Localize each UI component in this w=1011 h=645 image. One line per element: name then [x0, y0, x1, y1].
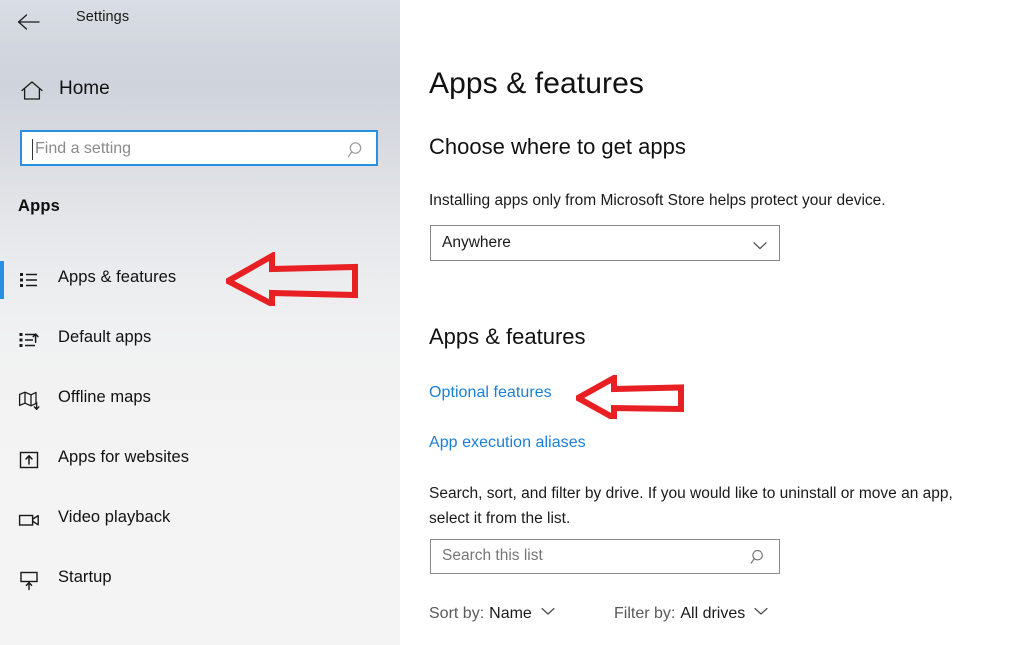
- text-caret: [32, 139, 33, 160]
- apps-and-features-section-heading: Apps & features: [429, 324, 586, 350]
- sort-by-label: Sort by:: [429, 605, 484, 623]
- search-input[interactable]: [35, 140, 335, 158]
- list-bullets-icon: [18, 269, 40, 291]
- chevron-down-icon: [541, 603, 555, 612]
- filter-by-dropdown[interactable]: Filter by: All drives: [614, 605, 768, 623]
- sidebar-item-offline-maps[interactable]: Offline maps: [0, 378, 400, 422]
- sidebar-item-label: Apps for websites: [58, 448, 189, 467]
- box-up-arrow-icon: [18, 449, 40, 471]
- back-arrow-icon[interactable]: [15, 8, 43, 36]
- search-this-list-box[interactable]: [430, 539, 780, 574]
- search-icon[interactable]: [347, 140, 367, 160]
- chevron-down-icon: [754, 603, 768, 612]
- sidebar-item-apps-for-websites[interactable]: Apps for websites: [0, 438, 400, 482]
- sort-by-dropdown[interactable]: Sort by: Name: [429, 605, 555, 623]
- monitor-up-arrow-icon: [18, 569, 40, 591]
- filter-by-label: Filter by:: [614, 605, 675, 623]
- choose-where-to-get-apps-heading: Choose where to get apps: [429, 134, 686, 160]
- sort-by-value: Name: [489, 605, 532, 623]
- sidebar: Settings Home Apps: [0, 0, 400, 645]
- search-icon[interactable]: [750, 548, 768, 566]
- sidebar-item-label: Video playback: [58, 508, 170, 527]
- list-description: Search, sort, and filter by drive. If yo…: [429, 481, 995, 531]
- sidebar-item-home-label: Home: [59, 78, 110, 100]
- find-a-setting-search-box[interactable]: [20, 130, 378, 166]
- list-search-input[interactable]: [442, 547, 732, 565]
- app-source-dropdown-value: Anywhere: [442, 234, 511, 252]
- video-camera-icon: [18, 509, 40, 531]
- main-content: Apps & features Choose where to get apps…: [400, 0, 1011, 645]
- sidebar-item-label: Offline maps: [58, 388, 151, 407]
- sidebar-item-label: Startup: [58, 568, 112, 587]
- sidebar-group-header: Apps: [18, 197, 60, 216]
- sidebar-item-label: Apps & features: [58, 268, 176, 287]
- sidebar-item-label: Default apps: [58, 328, 151, 347]
- filter-by-value: All drives: [680, 605, 745, 623]
- install-description: Installing apps only from Microsoft Stor…: [429, 192, 886, 210]
- window-title: Settings: [76, 9, 129, 25]
- sidebar-item-default-apps[interactable]: Default apps: [0, 318, 400, 362]
- selection-indicator: [0, 261, 4, 299]
- sidebar-item-apps-and-features[interactable]: Apps & features: [0, 258, 400, 302]
- link-app-execution-aliases[interactable]: App execution aliases: [429, 434, 586, 452]
- chevron-down-icon: [753, 238, 767, 248]
- sidebar-titlebar: Settings: [0, 0, 400, 46]
- link-optional-features[interactable]: Optional features: [429, 384, 552, 402]
- settings-window: Settings Home Apps: [0, 0, 1011, 645]
- sidebar-item-video-playback[interactable]: Video playback: [0, 498, 400, 542]
- list-arrow-icon: [18, 329, 40, 351]
- page-title: Apps & features: [429, 67, 644, 101]
- sidebar-item-home[interactable]: Home: [0, 74, 400, 110]
- app-source-dropdown[interactable]: Anywhere: [430, 225, 780, 261]
- home-icon: [18, 77, 46, 105]
- map-download-icon: [18, 389, 40, 411]
- sidebar-item-startup[interactable]: Startup: [0, 558, 400, 602]
